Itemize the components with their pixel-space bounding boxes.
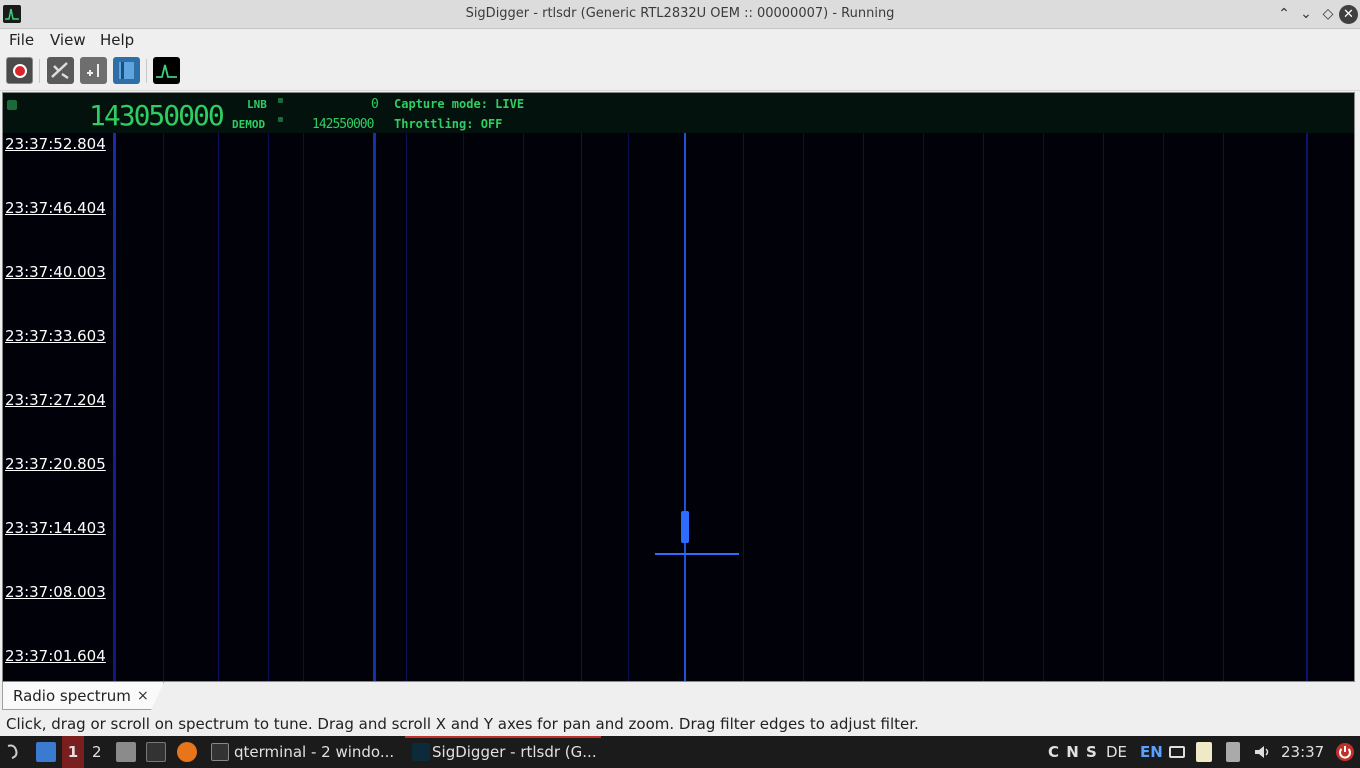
- tray-indicators: C N S: [1048, 743, 1098, 761]
- menu-bar: File View Help: [0, 29, 1360, 51]
- workspace-1[interactable]: 1: [62, 736, 84, 768]
- qterminal-task-icon: [211, 743, 229, 761]
- signal-burst: [681, 511, 689, 543]
- spectrum-icon: [156, 64, 177, 78]
- maximize-button[interactable]: ⌄: [1296, 4, 1316, 24]
- tab-radio-spectrum[interactable]: Radio spectrum ×: [2, 682, 164, 710]
- bookmarks-icon: [119, 62, 134, 79]
- tab-bar: Radio spectrum ×: [0, 682, 1360, 712]
- bookmarks-button[interactable]: [113, 57, 140, 84]
- waterfall-trace: [163, 133, 164, 681]
- waterfall-trace: [803, 133, 804, 681]
- timestamp-label: 23:37:40.003: [5, 263, 106, 281]
- signal-trace: [684, 133, 686, 681]
- start-menu-icon[interactable]: [4, 742, 24, 762]
- waterfall-trace: [923, 133, 924, 681]
- volume-icon[interactable]: [1252, 742, 1272, 762]
- lnb-lock-icon[interactable]: [278, 98, 283, 103]
- center-frequency-display[interactable]: 143050000: [89, 99, 225, 132]
- record-stop-icon: [13, 64, 27, 78]
- power-icon[interactable]: [1335, 742, 1355, 762]
- waterfall-trace: [113, 133, 116, 681]
- restore-button[interactable]: ◇: [1318, 4, 1338, 24]
- timestamp-label: 23:37:08.003: [5, 583, 106, 601]
- clipboard-icon[interactable]: [1196, 742, 1212, 762]
- toolbar-separator: [39, 59, 40, 83]
- timestamp-label: 23:37:52.804: [5, 135, 106, 153]
- waterfall-trace: [463, 133, 464, 681]
- toolbar-separator: [146, 59, 147, 83]
- timestamp-label: 23:37:20.805: [5, 455, 106, 473]
- demod-value[interactable]: 142550000: [312, 117, 374, 132]
- lock-icon[interactable]: [7, 100, 17, 110]
- file-manager-icon[interactable]: [116, 742, 136, 762]
- waterfall-trace: [303, 133, 304, 681]
- spectrum-display[interactable]: 143050000 LNB 0 DEMOD 142550000 Capture …: [2, 92, 1355, 682]
- keyboard-layout-de[interactable]: DE: [1106, 736, 1127, 768]
- waterfall-trace: [373, 133, 376, 681]
- task-sigdigger[interactable]: SigDigger - rtlsdr (G...: [432, 736, 597, 768]
- timestamp-label: 23:37:01.604: [5, 647, 106, 665]
- waterfall-trace: [1223, 133, 1224, 681]
- status-bar: Click, drag or scroll on spectrum to tun…: [0, 712, 1360, 736]
- panoramic-button[interactable]: [80, 57, 107, 84]
- taskbar: 1 2 qterminal - 2 windo... SigDigger - r…: [0, 736, 1360, 768]
- waterfall[interactable]: 23:37:52.804 23:37:46.404 23:37:40.003 2…: [3, 133, 1354, 681]
- throttling-status: Throttling: OFF: [394, 117, 503, 131]
- capture-mode-status: Capture mode: LIVE: [394, 97, 525, 111]
- minimize-button[interactable]: ⌃: [1274, 4, 1294, 24]
- clock[interactable]: 23:37: [1281, 736, 1324, 768]
- lnb-label: LNB: [247, 98, 267, 111]
- waterfall-trace: [581, 133, 582, 681]
- spectrum-button[interactable]: [153, 57, 180, 84]
- settings-icon: [51, 62, 69, 80]
- menu-help[interactable]: Help: [100, 31, 134, 49]
- waterfall-trace: [1306, 133, 1308, 681]
- tab-close-button[interactable]: ×: [137, 688, 149, 704]
- window-titlebar: SigDigger - rtlsdr (Generic RTL2832U OEM…: [0, 0, 1360, 29]
- lnb-value[interactable]: 0: [371, 97, 379, 112]
- timestamp-label: 23:37:33.603: [5, 327, 106, 345]
- record-stop-button[interactable]: [6, 57, 33, 84]
- demod-lock-icon[interactable]: [278, 117, 283, 122]
- firefox-icon[interactable]: [177, 742, 197, 762]
- waterfall-trace: [406, 133, 407, 681]
- window-title: SigDigger - rtlsdr (Generic RTL2832U OEM…: [465, 6, 895, 21]
- battery-icon[interactable]: [1226, 742, 1240, 762]
- signal-burst: [655, 553, 739, 555]
- terminal-launcher-icon[interactable]: [146, 742, 166, 762]
- keyboard-icon[interactable]: [1169, 746, 1185, 758]
- workspace-2[interactable]: 2: [92, 736, 102, 768]
- waterfall-trace: [523, 133, 524, 681]
- task-qterminal[interactable]: qterminal - 2 windo...: [234, 736, 394, 768]
- demod-label: DEMOD: [232, 118, 266, 131]
- panoramic-icon: [87, 64, 99, 77]
- menu-view[interactable]: View: [50, 31, 86, 49]
- waterfall-trace: [1163, 133, 1164, 681]
- waterfall-trace: [218, 133, 219, 681]
- waterfall-trace: [268, 133, 269, 681]
- tab-label: Radio spectrum: [13, 687, 131, 705]
- menu-file[interactable]: File: [9, 31, 34, 49]
- timestamp-label: 23:37:14.403: [5, 519, 106, 537]
- timestamp-label: 23:37:46.404: [5, 199, 106, 217]
- keyboard-layout-en[interactable]: EN: [1140, 736, 1163, 768]
- frequency-header: 143050000 LNB 0 DEMOD 142550000 Capture …: [3, 93, 1354, 133]
- waterfall-trace: [743, 133, 744, 681]
- waterfall-trace: [628, 133, 629, 681]
- show-desktop-icon[interactable]: [36, 742, 56, 762]
- waterfall-trace: [983, 133, 984, 681]
- timestamp-label: 23:37:27.204: [5, 391, 106, 409]
- waterfall-trace: [1103, 133, 1104, 681]
- waterfall-trace: [1043, 133, 1044, 681]
- sigdigger-task-icon: [412, 743, 430, 761]
- close-window-button[interactable]: ✕: [1339, 5, 1358, 24]
- settings-button[interactable]: [47, 57, 74, 84]
- toolbar: [0, 51, 1360, 91]
- waterfall-trace: [863, 133, 864, 681]
- status-message: Click, drag or scroll on spectrum to tun…: [6, 715, 919, 733]
